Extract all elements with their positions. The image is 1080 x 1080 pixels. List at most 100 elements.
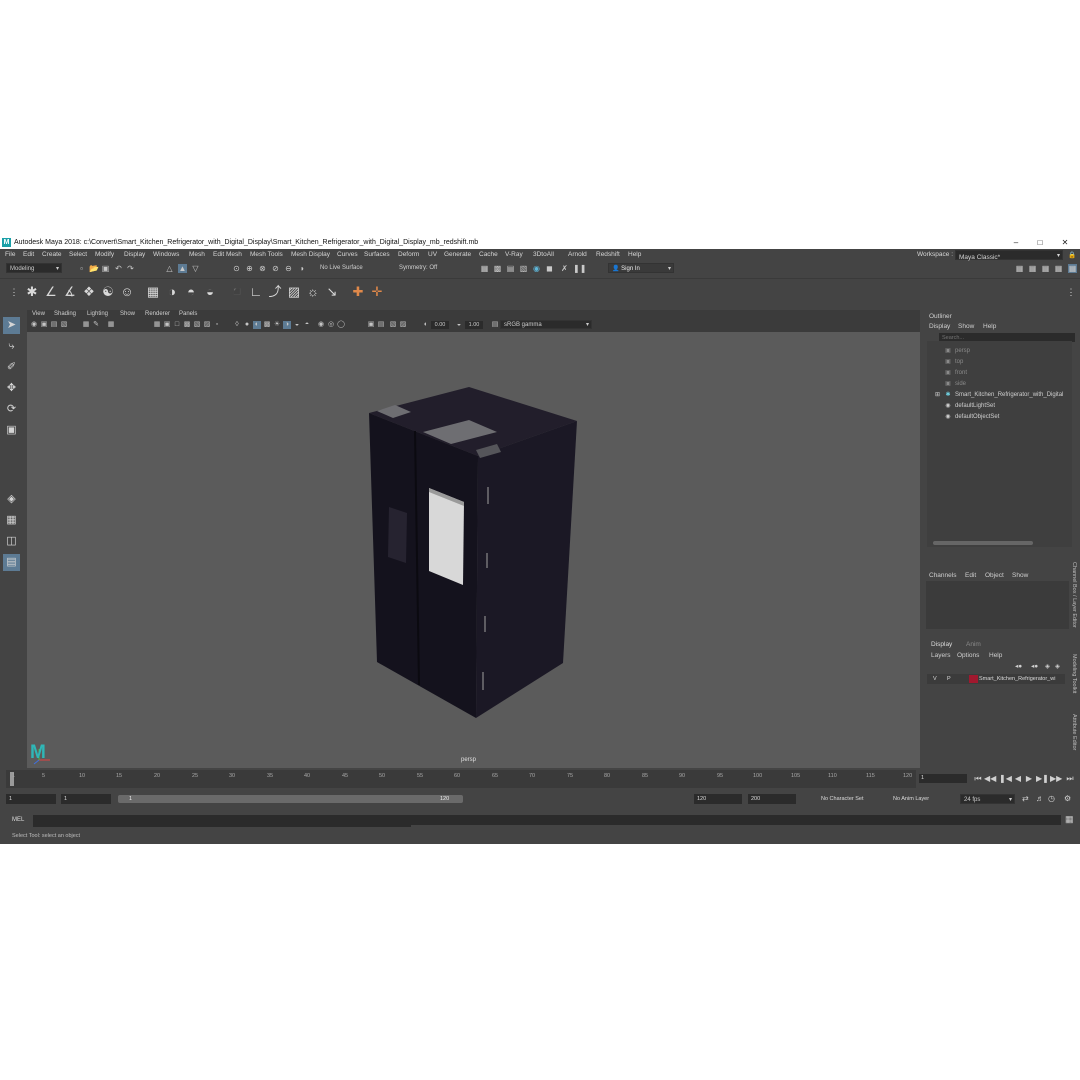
3d-viewport[interactable]: M persp [27,332,920,768]
bookmark-icon[interactable]: ▤ [50,321,58,329]
animation-start-field[interactable]: 1 [6,794,56,804]
skin-bind-icon[interactable]: ❖ [81,284,97,300]
outliner-item-default-light-set[interactable]: ◉ defaultLightSet [927,401,1072,411]
snap-grid-icon[interactable]: ⊙ [232,264,241,273]
pause-render-icon[interactable]: ❚❚ [573,264,586,273]
channel-menu-channels[interactable]: Channels [929,572,956,579]
outliner-menu-help[interactable]: Help [983,323,996,330]
menu-mesh[interactable]: Mesh [189,251,205,258]
gamma-icon[interactable]: ◒ [455,321,463,329]
render-frame-icon[interactable]: ▩ [493,264,502,273]
select-tool-icon[interactable]: ➤ [3,317,20,334]
command-language-label[interactable]: MEL [12,817,24,823]
outliner-item-persp[interactable]: ▣ persp [927,346,1072,356]
render-setup-icon[interactable]: ✗ [560,264,569,273]
shelf-options-icon[interactable]: ⋮ [1063,284,1079,300]
image-plane-icon[interactable]: ▧ [60,321,68,329]
resolution-gate-icon[interactable]: □ [173,321,181,329]
menu-set-select[interactable]: Modeling ▾ [6,263,62,273]
character-icon[interactable]: ☺ [119,284,135,300]
light-editor-icon[interactable]: ◼ [545,264,554,273]
play-backwards-icon[interactable]: ◀ [1013,773,1023,785]
isolate-select-icon[interactable]: ▦ [153,321,161,329]
play-forwards-icon[interactable]: ▶ [1024,773,1034,785]
snap-point-icon[interactable]: ⊗ [258,264,267,273]
auto-key-icon[interactable]: ◷ [1048,794,1055,803]
menu-deform[interactable]: Deform [398,251,419,258]
xray-icon[interactable]: ◒ [293,321,301,329]
layer-move-up-icon[interactable]: ◂● [1015,662,1022,670]
hud-icon[interactable]: ▤ [377,321,385,329]
attribute-editor-icon[interactable]: ▦ [1028,264,1037,273]
layer-color-swatch[interactable] [969,675,978,683]
menu-3dtoall[interactable]: 3DtoAll [533,251,554,258]
bend-deformer-icon[interactable]: ∟ [248,284,264,300]
scale-tool-icon[interactable]: ▣ [3,422,20,439]
sculpt-deformer-icon[interactable]: ▨ [286,284,302,300]
viewport-menu-view[interactable]: View [32,311,45,317]
paint-select-icon[interactable]: ✐ [3,359,20,376]
maximize-button[interactable]: □ [1030,237,1050,248]
safe-action-icon[interactable]: ▨ [203,321,211,329]
channel-menu-show[interactable]: Show [1012,572,1028,579]
menu-create[interactable]: Create [42,251,62,258]
render-view-icon[interactable]: ▦ [480,264,489,273]
workspace-select[interactable]: Maya Classic* ▾ [955,250,1063,261]
menu-curves[interactable]: Curves [337,251,358,258]
menu-uv[interactable]: UV [428,251,437,258]
xray-joints-icon[interactable]: ◓ [303,321,311,329]
two-d-pan-icon[interactable]: ▦ [82,321,90,329]
humanik-icon[interactable]: ☯ [100,284,116,300]
channel-box-area[interactable] [926,581,1069,629]
shadows-icon[interactable]: ◑ [283,321,291,329]
outliner-menu-display[interactable]: Display [929,323,950,330]
view-transform-select[interactable]: sRGB gamma ▾ [500,320,592,329]
close-button[interactable]: ✕ [1055,237,1075,248]
layer-move-down-icon[interactable]: ◂● [1031,662,1038,670]
menu-mesh-display[interactable]: Mesh Display [291,251,330,258]
nonlinear-icon[interactable]: ↘ [324,284,340,300]
depth-of-field-icon[interactable]: ▣ [367,321,375,329]
rotate-tool-icon[interactable]: ⟳ [3,401,20,418]
select-components-icon[interactable]: ▽ [191,264,200,273]
menu-mesh-tools[interactable]: Mesh Tools [250,251,283,258]
viewport-menu-show[interactable]: Show [120,311,135,317]
film-gate-icon[interactable]: ▣ [163,321,171,329]
four-view-icon[interactable]: ▦ [3,512,20,529]
expand-icon[interactable]: ⊞ [935,390,940,400]
render-settings-icon[interactable]: ▧ [519,264,528,273]
playback-end-field[interactable]: 120 [694,794,742,804]
soft-mod-icon[interactable]: ☼ [305,284,321,300]
wireframe-icon[interactable]: ◊ [233,321,241,329]
layer-row[interactable]: V P Smart_Kitchen_Refrigerator_wi [927,674,1065,684]
outliner-toggle-icon[interactable]: ▦ [1068,264,1077,273]
motion-blur-icon[interactable]: ◎ [327,321,335,329]
script-editor-icon[interactable]: ▦ [1065,814,1074,825]
menu-cache[interactable]: Cache [479,251,498,258]
viewport-menu-renderer[interactable]: Renderer [145,311,170,317]
twist-deformer-icon[interactable]: ⤴ [267,284,283,300]
grease-pencil-icon[interactable]: ✎ [92,321,100,329]
loop-icon[interactable]: ⇄ [1022,794,1029,803]
menu-surfaces[interactable]: Surfaces [364,251,390,258]
preferences-icon[interactable]: ⚙ [1064,794,1071,803]
menu-file[interactable]: File [5,251,15,258]
select-camera-icon[interactable]: ◉ [30,321,38,329]
character-set-select[interactable]: No Character Set [818,794,876,804]
menu-generate[interactable]: Generate [444,251,471,258]
xray-active-icon[interactable]: ▨ [399,321,407,329]
go-to-end-icon[interactable]: ⏭ [1065,773,1075,785]
channel-box-icon[interactable]: ▦ [1054,264,1063,273]
new-scene-icon[interactable]: ▫ [77,264,86,273]
ik-spline-icon[interactable]: ∡ [62,284,78,300]
step-back-frame-icon[interactable]: ❚◀ [999,773,1012,785]
locator-icon[interactable]: ✚ [350,284,366,300]
layer-menu-options[interactable]: Options [957,652,979,659]
side-tab-attribute-editor[interactable]: Attribute Editor [1071,714,1077,750]
modeling-toolkit-icon[interactable]: ▦ [1015,264,1024,273]
wire-deformer-icon[interactable]: ◒ [202,284,218,300]
menu-windows[interactable]: Windows [153,251,179,258]
open-scene-icon[interactable]: 📂 [89,264,99,273]
ik-handle-icon[interactable]: ∠ [43,284,59,300]
exposure-field[interactable]: 0.00 [431,321,449,329]
